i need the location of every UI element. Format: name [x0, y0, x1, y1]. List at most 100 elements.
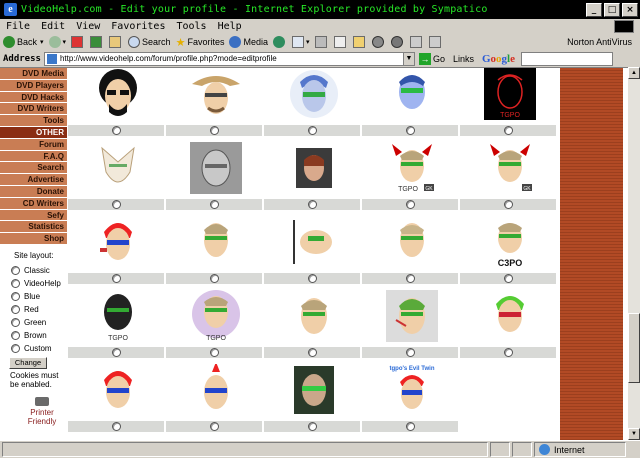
favorites-button[interactable]: ★ Favorites [176, 36, 225, 49]
avatar-radio[interactable] [308, 422, 317, 431]
history-button[interactable] [272, 36, 287, 48]
avatar-radio[interactable] [112, 422, 121, 431]
layout-option-classic[interactable]: Classic [11, 264, 68, 277]
avatar-radio[interactable] [210, 348, 219, 357]
back-button[interactable]: Back ▾ [3, 36, 44, 48]
research-button[interactable] [390, 36, 405, 48]
avatar-radio[interactable] [308, 348, 317, 357]
avatar-radio[interactable] [504, 200, 513, 209]
avatar-radio[interactable] [406, 348, 415, 357]
address-input[interactable]: http://www.videohelp.com/forum/profile.p… [43, 51, 415, 66]
nav-sefy[interactable]: Sefy [0, 209, 67, 222]
address-dropdown[interactable]: ▼ [402, 52, 414, 65]
avatar-radio[interactable] [406, 126, 415, 135]
scroll-down-button[interactable]: ▼ [628, 428, 640, 440]
layout-option-videohelp[interactable]: VideoHelp [11, 277, 68, 290]
avatar-radio[interactable] [112, 348, 121, 357]
avatar-radio[interactable] [308, 274, 317, 283]
avatar-radio[interactable] [406, 274, 415, 283]
layout-radio[interactable] [11, 304, 20, 314]
avatar-radio[interactable] [308, 126, 317, 135]
layout-radio[interactable] [11, 330, 20, 340]
nav-advertise[interactable]: Advertise [0, 174, 67, 186]
nav-tools[interactable]: Tools [0, 115, 67, 127]
nav-forum[interactable]: Forum [0, 138, 67, 151]
extra-button-2[interactable] [428, 36, 443, 48]
layout-option-brown[interactable]: Brown [11, 329, 68, 342]
chevron-down-icon: ▾ [62, 39, 67, 46]
avatar-image: TGPO [192, 290, 240, 342]
go-button[interactable]: → Go [418, 52, 445, 65]
printer-friendly-link[interactable]: Printer Friendly [22, 397, 62, 426]
scroll-up-button[interactable]: ▲ [628, 67, 640, 79]
maximize-button[interactable]: □ [604, 2, 620, 17]
menu-file[interactable]: File [6, 21, 30, 32]
nav-search[interactable]: Search [0, 162, 67, 175]
messenger-button[interactable] [371, 36, 386, 48]
nav-dvd-writers[interactable]: DVD Writers [0, 103, 67, 116]
history-icon [272, 36, 285, 48]
edit-button[interactable] [333, 36, 348, 48]
google-toolbar-logo[interactable]: Google [482, 53, 515, 65]
search-button[interactable]: Search [128, 36, 171, 48]
avatar-image [400, 223, 424, 257]
avatar-radio[interactable] [504, 126, 513, 135]
media-button[interactable]: Media [229, 36, 268, 48]
layout-radio[interactable] [11, 343, 20, 353]
nav-dvd-media[interactable]: DVD Media [0, 68, 67, 80]
change-layout-button[interactable]: Change [9, 356, 47, 369]
avatar-radio[interactable] [504, 348, 513, 357]
print-button[interactable] [314, 36, 329, 48]
menu-tools[interactable]: Tools [176, 21, 206, 32]
menu-help[interactable]: Help [218, 21, 242, 32]
google-search-input[interactable] [520, 51, 613, 66]
avatar-radio[interactable] [406, 200, 415, 209]
menu-view[interactable]: View [76, 21, 100, 32]
avatar-radio[interactable] [504, 274, 513, 283]
avatar-radio[interactable] [210, 422, 219, 431]
avatar-radio[interactable] [112, 200, 121, 209]
nav-cd-writers[interactable]: CD Writers [0, 197, 67, 210]
forward-button[interactable]: ▾ [48, 36, 67, 48]
avatar-radio[interactable] [210, 200, 219, 209]
layout-option-custom[interactable]: Custom [11, 342, 68, 355]
messenger-icon [371, 36, 384, 48]
layout-option-green[interactable]: Green [11, 316, 68, 329]
address-label: Address [3, 53, 41, 64]
nav-shop[interactable]: Shop [0, 233, 67, 245]
menu-favorites[interactable]: Favorites [111, 21, 165, 32]
extra-button[interactable] [409, 36, 424, 48]
vertical-scrollbar[interactable]: ▲ ▼ [628, 67, 640, 440]
layout-radio[interactable] [11, 265, 20, 275]
stop-button[interactable] [71, 36, 85, 48]
home-button[interactable] [109, 36, 123, 48]
avatar-radio[interactable] [210, 126, 219, 135]
folder-button[interactable] [352, 36, 367, 48]
layout-radio[interactable] [11, 278, 20, 288]
avatar-radio[interactable] [210, 274, 219, 283]
layout-radio[interactable] [11, 291, 20, 301]
avatar-radio[interactable] [308, 200, 317, 209]
avatar-radio[interactable] [112, 274, 121, 283]
menu-edit[interactable]: Edit [41, 21, 65, 32]
address-bar: Address http://www.videohelp.com/forum/p… [0, 50, 640, 67]
close-button[interactable]: × [622, 2, 638, 17]
nav-donate[interactable]: Donate [0, 185, 67, 198]
nav-faq[interactable]: F.A.Q [0, 150, 67, 163]
refresh-button[interactable] [90, 36, 104, 48]
scroll-thumb[interactable] [628, 313, 640, 383]
avatar-radio[interactable] [112, 126, 121, 135]
mail-button[interactable]: ▾ [291, 36, 310, 48]
minimize-button[interactable]: _ [586, 2, 602, 17]
status-bar: Internet [0, 440, 640, 458]
nav-statistics[interactable]: Statistics [0, 221, 67, 234]
layout-radio[interactable] [11, 317, 20, 327]
nav-other[interactable]: OTHER [0, 126, 67, 139]
avatar-radio[interactable] [406, 422, 415, 431]
nav-dvd-hacks[interactable]: DVD Hacks [0, 91, 67, 104]
layout-option-blue[interactable]: Blue [11, 290, 68, 303]
links-button[interactable]: Links [453, 54, 474, 64]
layout-option-red[interactable]: Red [11, 303, 68, 316]
norton-antivirus-button[interactable]: Norton AntiVirus [567, 37, 632, 47]
nav-dvd-players[interactable]: DVD Players [0, 79, 67, 92]
